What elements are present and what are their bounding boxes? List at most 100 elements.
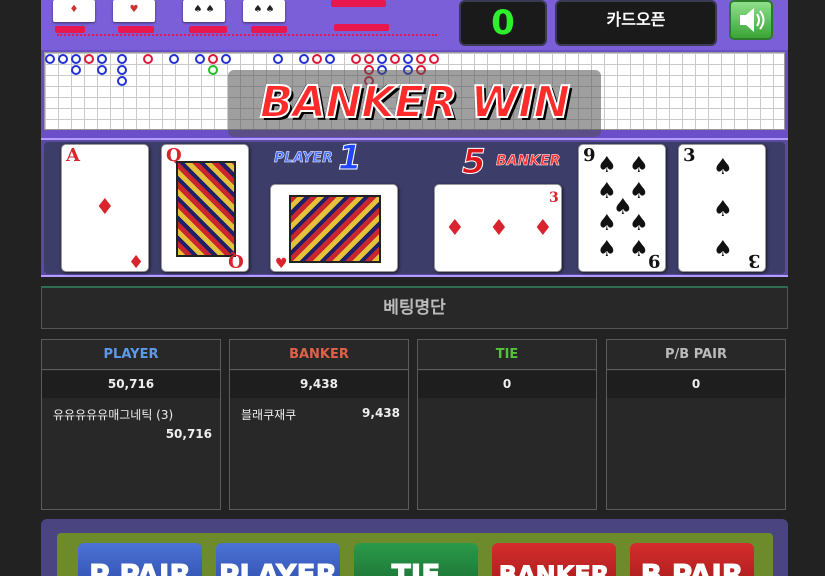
mini-card: ♠ ♠ — [183, 0, 225, 22]
card-rank: 9 — [583, 145, 596, 166]
road-bead — [429, 54, 439, 64]
card-table-felt — [44, 142, 785, 274]
banker-score: 5 — [462, 142, 487, 183]
tie-button[interactable]: TIE — [354, 543, 478, 576]
card-suit: ♠ — [629, 153, 649, 178]
road-bead — [117, 54, 127, 64]
bet-column-header: TIE — [418, 340, 596, 370]
card-rank: ♥ — [275, 256, 288, 272]
card-rank: ♦ — [127, 250, 144, 271]
bettor-name: 블래쿠재쿠 — [241, 408, 297, 422]
card-rank: 3 — [683, 145, 696, 166]
player-card-3: ♥ — [270, 184, 398, 272]
road-bead — [208, 65, 218, 75]
road-bead — [195, 54, 205, 64]
card-suit: ♠ — [629, 237, 649, 262]
bet-column-total: 50,716 — [42, 371, 220, 398]
game-area: ♦ ♥ ♠ ♠ ♠ ♠ 0 카드오픈 BANKER WIN A ♦ ♦ Q Q … — [41, 0, 788, 277]
score-display: 0 — [459, 0, 547, 46]
card-table: A ♦ ♦ Q Q ♥ PLAYER 1 5 BANKER ♦ ♦ ♦ 3 9 … — [41, 138, 788, 277]
chip-slot — [331, 0, 386, 7]
road-bead — [221, 54, 231, 64]
chip-slot — [118, 26, 154, 33]
banker-card-1: ♦ ♦ ♦ 3 — [434, 184, 562, 272]
card-rank: 3 — [748, 250, 761, 271]
chip-slot — [189, 26, 227, 33]
road-bead — [143, 54, 153, 64]
card-rank: Q — [228, 250, 244, 271]
queen-figure-icon — [176, 161, 236, 257]
top-bar: ♦ ♥ ♠ ♠ ♠ ♠ 0 카드오픈 — [41, 0, 788, 50]
player-label: PLAYER — [274, 150, 333, 167]
card-suit: ♦ — [445, 216, 465, 241]
road-bead — [97, 54, 107, 64]
bet-button-panel: P PAIR PLAYER TIE BANKER B PAIR — [41, 519, 788, 576]
bet-column-header: BANKER — [230, 340, 408, 370]
road-bead — [416, 54, 426, 64]
road-bead — [403, 54, 413, 64]
result-banner: BANKER WIN — [228, 70, 601, 137]
jack-figure-icon — [289, 195, 381, 263]
mini-card: ♦ — [53, 0, 95, 22]
card-suit: ♠ — [597, 153, 617, 178]
banker-button[interactable]: BANKER — [492, 543, 616, 576]
speaker-icon — [740, 8, 765, 32]
card-open-button[interactable]: 카드오픈 — [555, 0, 717, 46]
bet-column-banker: BANKER 9,438 블래쿠재쿠 9,438 — [229, 339, 409, 510]
card-suit: ♠ — [597, 211, 617, 236]
banker-label: BANKER — [496, 153, 561, 170]
road-bead — [84, 54, 94, 64]
card-suit: ♠ — [713, 237, 733, 262]
road-bead — [312, 54, 322, 64]
bet-column-header: P/B PAIR — [607, 340, 785, 370]
card-suit: ♦ — [95, 195, 115, 220]
road-bead — [71, 65, 81, 75]
card-suit: ♠ — [597, 237, 617, 262]
bettor-name: 유유유유유매그네틱 (3) — [53, 408, 174, 422]
road-bead — [377, 54, 387, 64]
chip-slot — [251, 26, 287, 33]
card-rank: 9 — [648, 250, 661, 271]
card-suit: ♦ — [489, 216, 509, 241]
road-bead — [273, 54, 283, 64]
road-bead — [97, 65, 107, 75]
road-bead — [364, 54, 374, 64]
banker-card-2: 9 ♠ ♠ ♠ ♠ ♠ ♠ ♠ ♠ ♠ 9 — [578, 144, 666, 272]
road-bead — [71, 54, 81, 64]
result-text: BANKER WIN — [259, 76, 572, 129]
card-suit: ♦ — [533, 216, 553, 241]
player-button[interactable]: PLAYER — [216, 543, 340, 576]
road-bead — [117, 65, 127, 75]
road-bead — [299, 54, 309, 64]
p-pair-button[interactable]: P PAIR — [78, 543, 202, 576]
bet-column-total: 0 — [418, 371, 596, 398]
road-bead — [351, 54, 361, 64]
player-score: 1 — [338, 138, 363, 179]
card-rank: A — [66, 145, 80, 166]
road-bead — [58, 54, 68, 64]
road-bead — [208, 54, 218, 64]
chip-slot — [57, 34, 437, 40]
card-suit: ♠ — [713, 197, 733, 222]
road-bead — [45, 54, 55, 64]
card-rank: 3 — [549, 190, 559, 206]
bettor-amount: 50,716 — [165, 427, 212, 441]
banker-card-3: 3 ♠ ♠ ♠ 3 — [678, 144, 766, 272]
bet-column-tie: TIE 0 — [417, 339, 597, 510]
sound-button[interactable] — [729, 0, 773, 40]
mini-card: ♥ — [113, 0, 155, 22]
chip-slot — [55, 26, 85, 33]
betting-list-title: 베팅명단 — [41, 286, 788, 329]
player-card-1: A ♦ ♦ — [61, 144, 149, 272]
road-bead — [169, 54, 179, 64]
bet-column-total: 0 — [607, 371, 785, 398]
bet-column-pair: P/B PAIR 0 — [606, 339, 786, 510]
bet-column-header: PLAYER — [42, 340, 220, 370]
road-bead — [117, 76, 127, 86]
bet-column-player: PLAYER 50,716 유유유유유매그네틱 (3) 50,716 — [41, 339, 221, 510]
bettor-amount: 9,438 — [362, 406, 400, 420]
mini-card: ♠ ♠ — [243, 0, 285, 22]
road-bead — [390, 54, 400, 64]
b-pair-button[interactable]: B PAIR — [630, 543, 754, 576]
road-bead — [325, 54, 335, 64]
